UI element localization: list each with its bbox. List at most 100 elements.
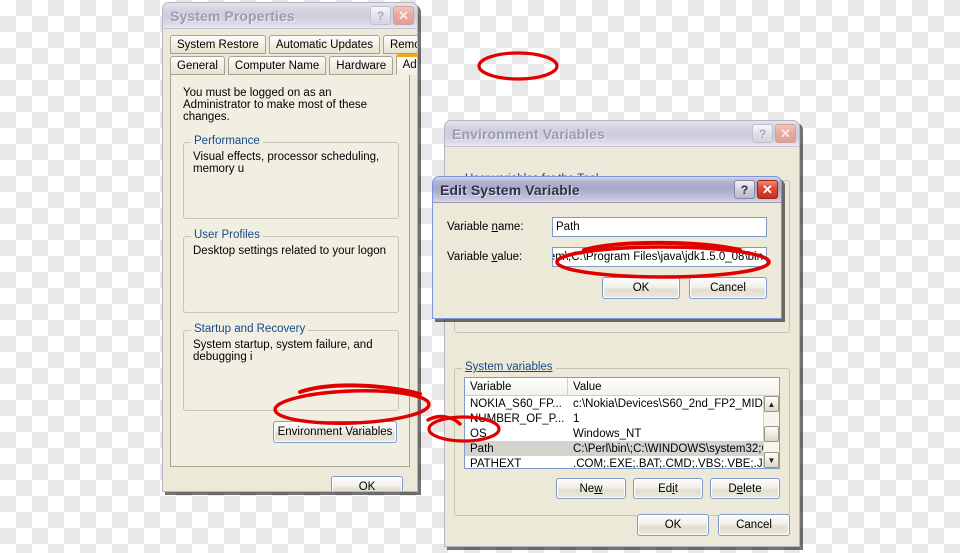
close-x-glyph: ✕ bbox=[762, 181, 773, 197]
help-icon[interactable]: ? bbox=[734, 180, 755, 199]
system-properties-window[interactable]: System Properties ? ✕ System Restore Aut… bbox=[162, 2, 418, 492]
advanced-tab-content: You must be logged on as an Administrato… bbox=[171, 75, 409, 451]
performance-group-text: Visual effects, processor scheduling, me… bbox=[193, 151, 380, 175]
tab-row-1: System Restore Automatic Updates Remote bbox=[170, 35, 417, 54]
close-icon[interactable]: ✕ bbox=[393, 6, 414, 25]
edit-system-variable-body: Variable name: Path Variable value: em\;… bbox=[433, 203, 781, 318]
system-variables-list-body: NOKIA_S60_FP... c:\Nokia\Devices\S60_2nd… bbox=[465, 396, 779, 468]
column-header-value[interactable]: Value bbox=[568, 378, 763, 395]
user-profiles-group: User Profiles Desktop settings related t… bbox=[183, 229, 399, 313]
column-header-spacer bbox=[763, 378, 779, 395]
system-properties-titlebar[interactable]: System Properties ? ✕ bbox=[163, 3, 417, 29]
delete-button[interactable]: De lete bbox=[710, 478, 780, 499]
variable-value-label-post: alue: bbox=[497, 251, 523, 263]
row-value: Windows_NT bbox=[573, 427, 642, 440]
table-row[interactable]: OS Windows_NT bbox=[465, 426, 763, 441]
table-row[interactable]: PATHEXT .COM;.EXE;.BAT;.CMD;.VBS;.VBE;.J… bbox=[465, 456, 763, 469]
variable-value-label: Variable value: bbox=[447, 251, 552, 263]
env-button-row: Environment Variables bbox=[183, 421, 399, 443]
system-properties-body: System Restore Automatic Updates Remote … bbox=[163, 29, 417, 491]
tab-hardware[interactable]: Hardware bbox=[329, 56, 394, 75]
system-variables-list-header: Variable Value bbox=[465, 378, 779, 396]
delete-label-post: lete bbox=[743, 482, 762, 495]
system-variables-button-row: Ne w Ed i t De lete bbox=[464, 478, 780, 499]
close-icon[interactable]: ✕ bbox=[757, 180, 778, 199]
edit-system-variable-title: Edit System Variable bbox=[440, 181, 580, 198]
row-value: .COM;.EXE;.BAT;.CMD;.VBS;.VBE;.JS;.... bbox=[573, 457, 763, 469]
tab-computer-name[interactable]: Computer Name bbox=[227, 56, 327, 75]
system-variables-group: System variables Variable Value NOKIA_S6… bbox=[454, 361, 790, 516]
tab-advanced[interactable]: Advanced bbox=[396, 54, 417, 75]
edit-system-variable-window[interactable]: Edit System Variable ? ✕ Variable name: … bbox=[432, 176, 782, 319]
help-icon[interactable]: ? bbox=[752, 124, 773, 143]
scrollbar-track[interactable] bbox=[764, 412, 779, 452]
row-variable: OS bbox=[470, 427, 487, 440]
environment-variables-titlebar[interactable]: Environment Variables ? ✕ bbox=[445, 121, 799, 147]
startup-recovery-group-text: System startup, system failure, and debu… bbox=[193, 339, 373, 363]
tab-general[interactable]: General bbox=[170, 56, 225, 75]
user-profiles-group-text: Desktop settings related to your logon bbox=[193, 245, 387, 257]
envvars-ok-button[interactable]: OK bbox=[637, 514, 709, 536]
editvar-cancel-button[interactable]: Cancel bbox=[689, 277, 767, 299]
system-properties-title: System Properties bbox=[170, 7, 295, 24]
system-properties-tabstrip: System Restore Automatic Updates Remote … bbox=[163, 29, 417, 75]
edit-label-post: t bbox=[674, 482, 678, 495]
row-value: 1 bbox=[573, 412, 580, 425]
help-icon[interactable]: ? bbox=[370, 6, 391, 25]
edit-system-variable-titlebar-buttons: ? ✕ bbox=[734, 180, 778, 199]
tab-remote[interactable]: Remote bbox=[382, 35, 417, 54]
edit-label-pre: Ed bbox=[658, 482, 673, 495]
variable-name-label-pre: Variable bbox=[447, 221, 492, 233]
system-variables-scrollbar[interactable]: ▲ ▼ bbox=[763, 396, 779, 468]
scroll-up-icon[interactable]: ▲ bbox=[764, 396, 779, 412]
table-row-selected[interactable]: Path C:\Perl\bin\;C:\WINDOWS\system32;C:… bbox=[465, 441, 763, 456]
advanced-tab-page: You must be logged on as an Administrato… bbox=[170, 75, 410, 467]
startup-recovery-group: Startup and Recovery System startup, sys… bbox=[183, 323, 399, 411]
variable-name-label: Variable name: bbox=[447, 221, 552, 233]
close-x-glyph: ✕ bbox=[780, 125, 791, 141]
system-variables-group-label: System variables bbox=[462, 361, 556, 373]
close-x-glyph: ✕ bbox=[398, 7, 409, 23]
variable-name-input[interactable]: Path bbox=[552, 217, 767, 237]
scroll-down-icon[interactable]: ▼ bbox=[764, 452, 779, 468]
row-variable: NUMBER_OF_P... bbox=[470, 412, 565, 425]
startup-recovery-group-label: Startup and Recovery bbox=[191, 323, 309, 335]
advanced-tab-highlight-icon bbox=[477, 51, 559, 81]
new-label-accel: w bbox=[594, 482, 603, 495]
performance-group-label: Performance bbox=[191, 135, 263, 147]
scrollbar-thumb[interactable] bbox=[764, 426, 779, 442]
user-profiles-group-label: User Profiles bbox=[191, 229, 263, 241]
tab-automatic-updates[interactable]: Automatic Updates bbox=[268, 35, 380, 54]
table-row[interactable]: NUMBER_OF_P... 1 bbox=[465, 411, 763, 426]
tab-row-2: General Computer Name Hardware Advanced bbox=[170, 54, 417, 75]
environment-variables-button-row: OK Cancel bbox=[637, 514, 790, 536]
row-value: C:\Perl\bin\;C:\WINDOWS\system32;C:... bbox=[573, 442, 763, 455]
new-button[interactable]: Ne w bbox=[556, 478, 626, 499]
variable-name-label-post: ame: bbox=[497, 221, 524, 233]
row-value: c:\Nokia\Devices\S60_2nd_FP2_MIDP_... bbox=[573, 397, 763, 410]
environment-variables-button[interactable]: Environment Variables bbox=[273, 421, 397, 443]
row-variable: NOKIA_S60_FP... bbox=[470, 397, 562, 410]
system-properties-titlebar-buttons: ? ✕ bbox=[370, 6, 414, 25]
edit-system-variable-titlebar[interactable]: Edit System Variable ? ✕ bbox=[433, 177, 781, 203]
variable-value-input[interactable]: em\;C:\Program Files\java\jdk1.5.0_08\bi… bbox=[552, 247, 767, 267]
new-label-pre: Ne bbox=[579, 482, 595, 495]
system-variables-list[interactable]: Variable Value NOKIA_S60_FP... c:\Nokia\… bbox=[464, 377, 780, 469]
administrator-note: You must be logged on as an Administrato… bbox=[183, 87, 368, 123]
edit-button[interactable]: Ed i t bbox=[633, 478, 703, 499]
editvar-ok-button[interactable]: OK bbox=[602, 277, 680, 299]
environment-variables-title: Environment Variables bbox=[452, 125, 606, 142]
performance-group: Performance Visual effects, processor sc… bbox=[183, 135, 399, 219]
table-row[interactable]: NOKIA_S60_FP... c:\Nokia\Devices\S60_2nd… bbox=[465, 396, 763, 411]
envvars-cancel-button[interactable]: Cancel bbox=[718, 514, 790, 536]
sysprops-ok-button[interactable]: OK bbox=[331, 476, 403, 491]
row-variable: PATHEXT bbox=[470, 457, 522, 469]
close-icon[interactable]: ✕ bbox=[775, 124, 796, 143]
row-variable: Path bbox=[470, 442, 494, 455]
variable-name-row: Variable name: Path bbox=[447, 217, 767, 237]
system-variables-rows: NOKIA_S60_FP... c:\Nokia\Devices\S60_2nd… bbox=[465, 396, 763, 468]
column-header-variable[interactable]: Variable bbox=[465, 378, 568, 395]
variable-value-label-pre: Variable bbox=[447, 251, 492, 263]
tab-system-restore[interactable]: System Restore bbox=[170, 35, 266, 54]
system-properties-button-row: OK bbox=[163, 467, 417, 491]
